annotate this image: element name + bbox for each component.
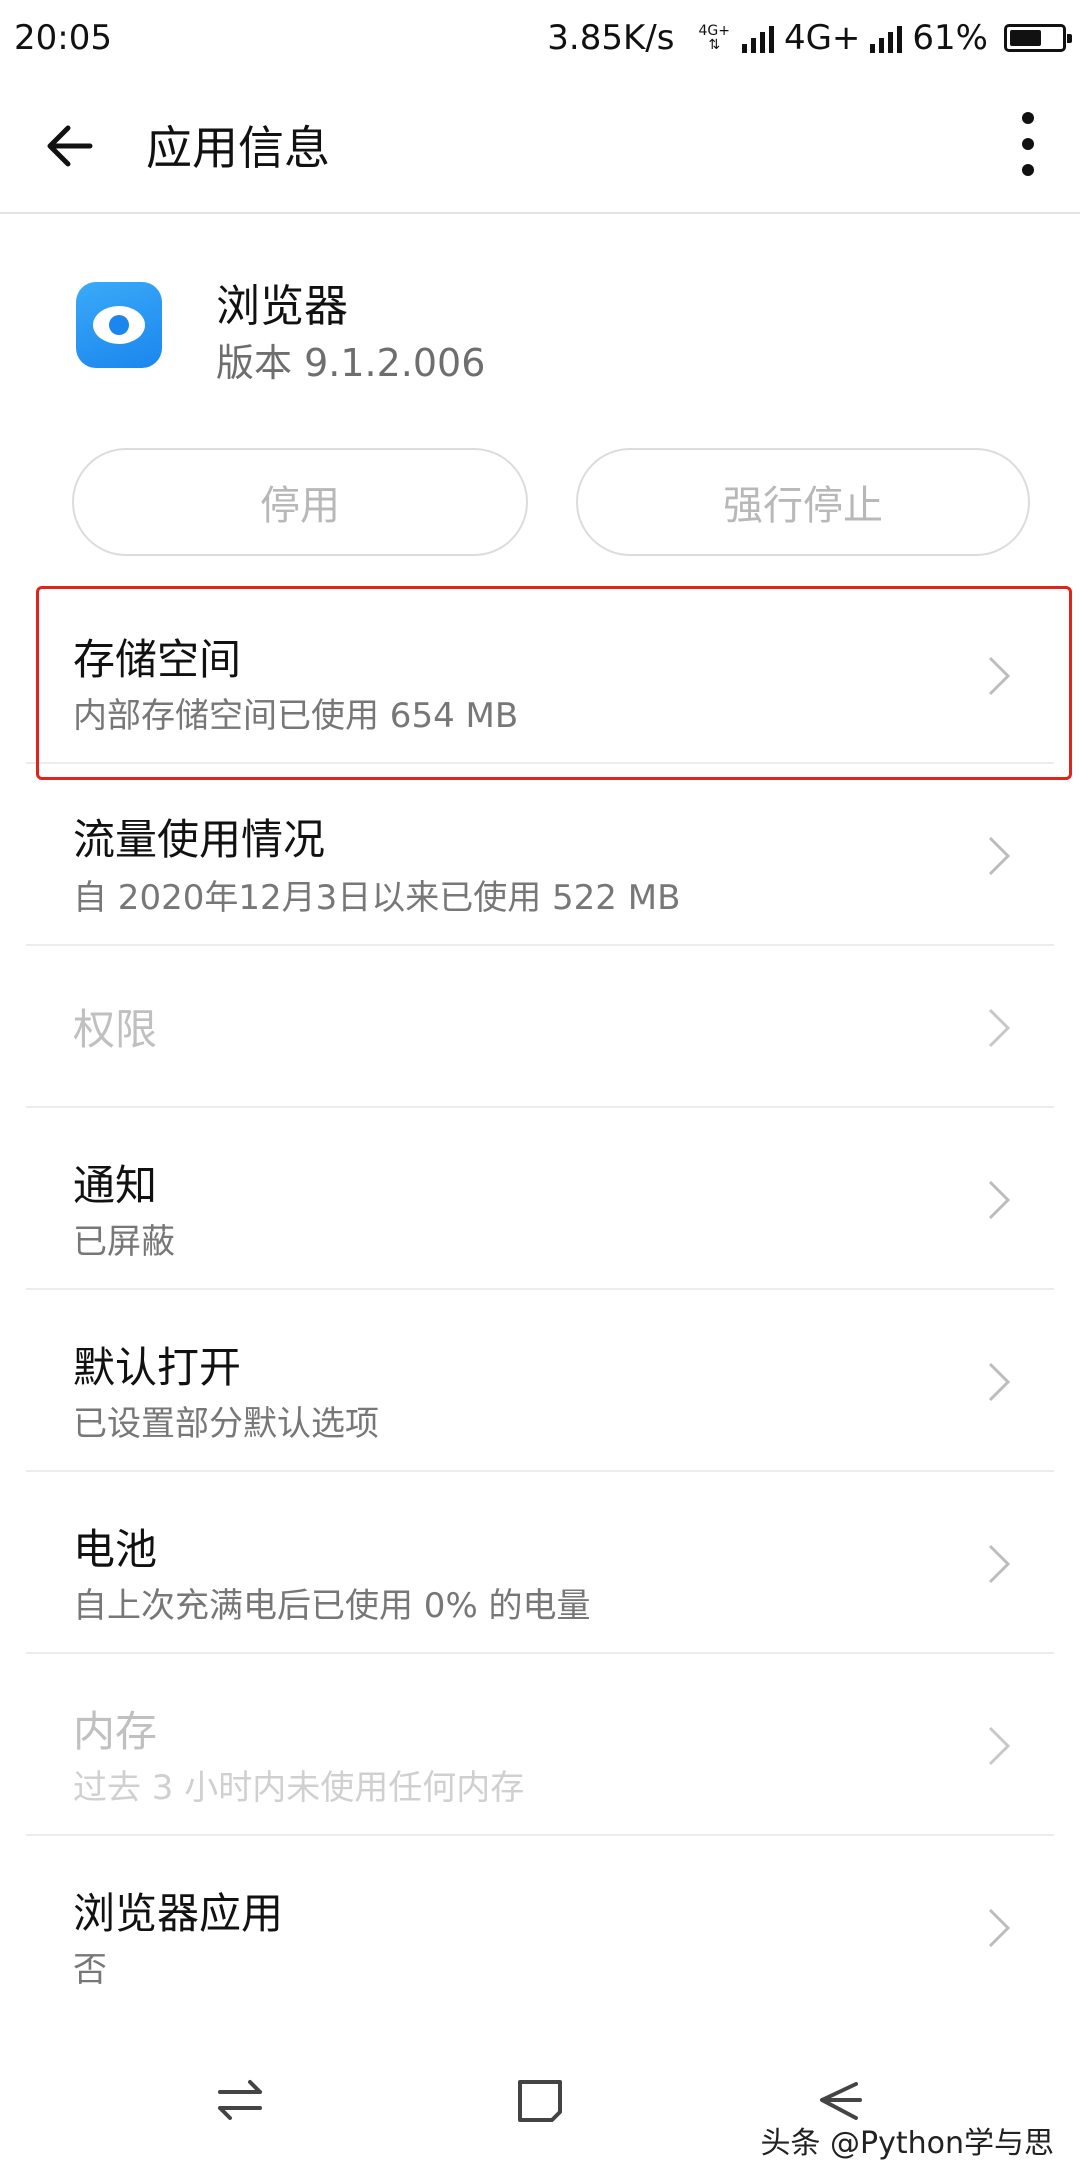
sim2-network-label: 4G+ [783, 18, 861, 58]
list-item-storage[interactable]: 存储空间 内部存储空间已使用 654 MB [0, 582, 1080, 764]
list-item-title: 默认打开 [73, 1343, 242, 1392]
arrow-left-icon [47, 125, 93, 167]
battery-fill [1010, 30, 1041, 46]
list-item-memory[interactable]: 内存 过去 3 小时内未使用任何内存 [0, 1654, 1080, 1836]
app-version: 版本 9.1.2.006 [216, 341, 486, 385]
app-bar: 应用信息 [0, 76, 1080, 214]
status-time: 20:05 [14, 18, 112, 58]
home-button[interactable] [500, 2060, 580, 2140]
force-stop-button[interactable]: 强行停止 [576, 448, 1030, 556]
list-item-title: 浏览器应用 [73, 1889, 284, 1938]
more-vertical-icon [1022, 112, 1034, 124]
list-item-subtitle: 已屏蔽 [73, 1222, 175, 1262]
app-info-screen: 20:05 3.85K/s 4G+ ⇅ 4G+ 61% 应用信息 浏览器 版本 … [0, 0, 1080, 2160]
page-title: 应用信息 [146, 121, 330, 175]
list-item-notifications[interactable]: 通知 已屏蔽 [0, 1108, 1080, 1290]
list-item-open-by-default[interactable]: 默认打开 已设置部分默认选项 [0, 1290, 1080, 1472]
chevron-right-icon [988, 1908, 1011, 1948]
list-item-subtitle: 内部存储空间已使用 654 MB [73, 696, 519, 736]
chevron-right-icon [988, 1180, 1011, 1220]
list-item-subtitle: 自上次充满电后已使用 0% 的电量 [73, 1586, 591, 1626]
sim1-network-icon: 4G+ ⇅ [698, 24, 730, 52]
list-item-permissions[interactable]: 权限 [0, 946, 1080, 1108]
data-arrows-icon: ⇅ [708, 37, 721, 53]
list-item-title: 电池 [73, 1525, 158, 1574]
square-home-icon [518, 2080, 562, 2122]
list-item-subtitle: 过去 3 小时内未使用任何内存 [73, 1768, 525, 1808]
back-button[interactable] [40, 116, 100, 176]
app-header: 浏览器 版本 9.1.2.006 [0, 214, 1080, 434]
list-item-data-usage[interactable]: 流量使用情况 自 2020年12月3日以来已使用 522 MB [0, 764, 1080, 946]
list-item-title: 流量使用情况 [73, 815, 326, 864]
switch-button[interactable] [200, 2060, 280, 2140]
watermark: 头条 @Python学与思 [760, 2118, 1054, 2160]
list-item-title: 权限 [73, 1005, 158, 1054]
list-item-title: 内存 [73, 1707, 158, 1756]
list-item-subtitle: 已设置部分默认选项 [73, 1404, 379, 1444]
chevron-right-icon [988, 1362, 1011, 1402]
chevron-right-icon [988, 1008, 1011, 1048]
list-item-browser-app[interactable]: 浏览器应用 否 [0, 1836, 1080, 2018]
list-item-battery[interactable]: 电池 自上次充满电后已使用 0% 的电量 [0, 1472, 1080, 1654]
status-indicators: 3.85K/s 4G+ ⇅ 4G+ 61% [547, 18, 1072, 58]
more-options-button[interactable] [1016, 112, 1040, 176]
swap-arrows-icon [218, 2080, 262, 2120]
list-item-title: 通知 [73, 1161, 158, 1210]
network-speed: 3.85K/s [547, 18, 675, 58]
chevron-right-icon [988, 1544, 1011, 1584]
chevron-right-icon [988, 1726, 1011, 1766]
disable-button[interactable]: 停用 [72, 448, 528, 556]
signal-strength-icon-sim2 [870, 23, 903, 53]
list-item-subtitle: 否 [73, 1950, 107, 1990]
app-name: 浏览器 [216, 281, 348, 332]
signal-strength-icon-sim1 [741, 23, 774, 53]
battery-percent: 61% [912, 18, 988, 58]
list-item-title: 存储空间 [73, 635, 242, 684]
sim1-network-tag: 4G+ [698, 23, 730, 39]
watermark-text: 头条 @Python学与思 [760, 2126, 1054, 2160]
status-bar: 20:05 3.85K/s 4G+ ⇅ 4G+ 61% [0, 0, 1080, 76]
chevron-right-icon [988, 836, 1011, 876]
chevron-right-icon [988, 656, 1011, 696]
battery-icon [1004, 24, 1072, 52]
list-item-subtitle: 自 2020年12月3日以来已使用 522 MB [73, 878, 681, 918]
browser-app-icon [76, 282, 162, 368]
